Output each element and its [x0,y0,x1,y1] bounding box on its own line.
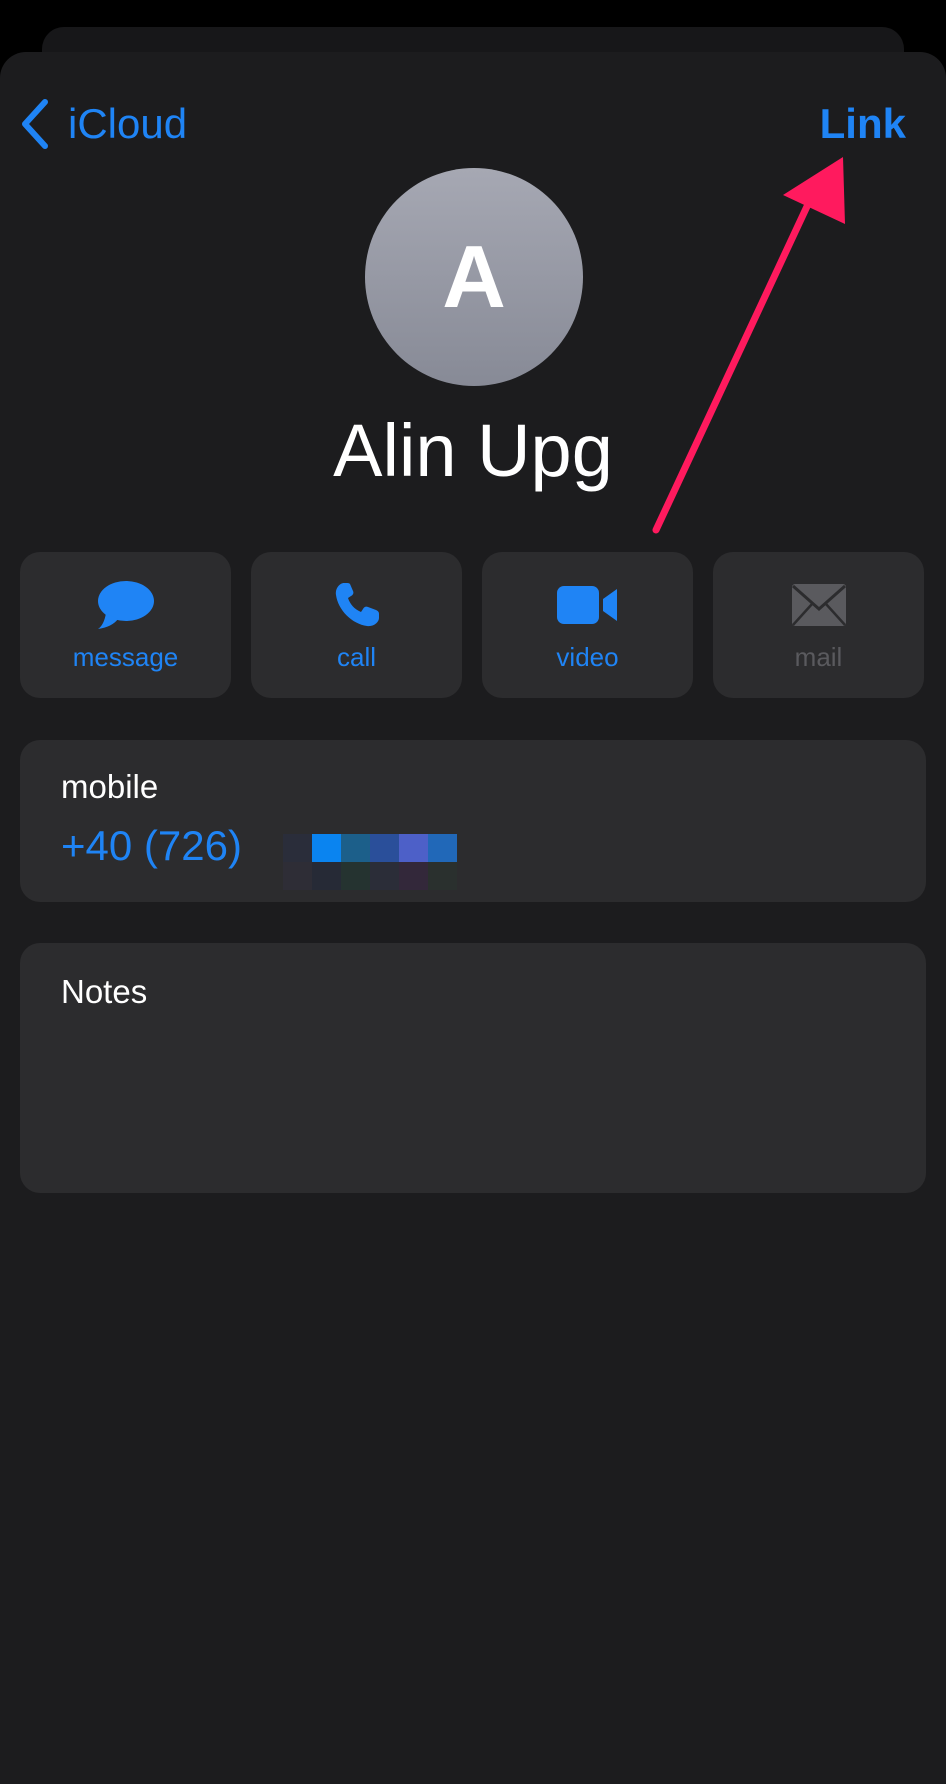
phone-number[interactable]: +40 (726) [61,822,242,870]
mail-button[interactable]: mail [713,552,924,698]
phone-card: mobile +40 (726) [20,740,926,902]
link-button[interactable]: Link [820,96,906,152]
message-bubble-icon [96,579,156,636]
video-button[interactable]: video [482,552,693,698]
message-button[interactable]: message [20,552,231,698]
redacted-number-block [283,834,457,890]
message-label: message [72,642,179,672]
chevron-left-icon [20,99,50,149]
video-label: video [556,642,619,672]
call-label: call [336,642,376,672]
notes-card[interactable]: Notes [20,943,926,1193]
notes-label: Notes [61,973,148,1010]
phone-icon [332,580,382,635]
avatar-initial: A [442,227,506,326]
envelope-icon [791,583,847,632]
call-button[interactable]: call [251,552,462,698]
quick-actions: message call video mail [20,552,926,698]
contact-name: Alin Upg [333,409,613,492]
back-button[interactable]: iCloud [20,96,187,152]
avatar: A [365,168,583,386]
back-label: iCloud [68,100,188,147]
mail-label: mail [794,642,843,672]
phone-label: mobile [61,768,159,805]
video-camera-icon [556,584,619,631]
